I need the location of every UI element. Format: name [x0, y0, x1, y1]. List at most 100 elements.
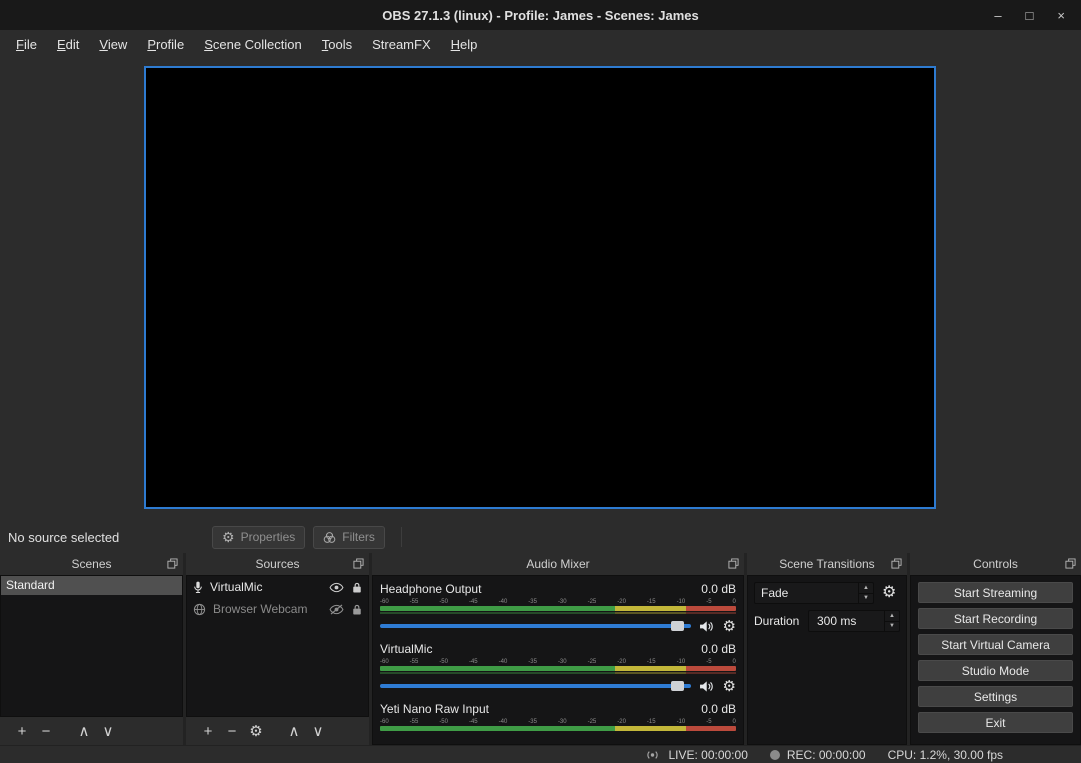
properties-button[interactable]: ⚙ Properties — [212, 526, 305, 549]
menu-help[interactable]: Help — [441, 32, 488, 57]
source-down-icon[interactable]: ∨ — [306, 724, 330, 739]
obs-window: OBS 27.1.3 (linux) - Profile: James - Sc… — [0, 0, 1081, 763]
volume-meter — [380, 726, 736, 731]
source-up-icon[interactable]: ∧ — [282, 724, 306, 739]
live-time-label: LIVE: 00:00:00 — [668, 748, 747, 762]
mixer-channel-headphone-output: Headphone Output 0.0 dB -60-55-50-45-40-… — [373, 576, 743, 636]
sources-dock-title: Sources — [186, 557, 369, 571]
duration-spinbox[interactable]: 300 ms ▲ ▼ — [808, 610, 900, 632]
studio-mode-button[interactable]: Studio Mode — [918, 660, 1073, 681]
menu-profile[interactable]: Profile — [137, 32, 194, 57]
source-status-label: No source selected — [8, 530, 204, 545]
menu-edit[interactable]: Edit — [47, 32, 89, 57]
menu-bar: File Edit View Profile Scene Collection … — [0, 30, 1081, 58]
mixer-channel-yeti-nano: Yeti Nano Raw Input 0.0 dB -60-55-50-45-… — [373, 696, 743, 731]
menu-scene-collection[interactable]: Scene Collection — [194, 32, 312, 57]
start-virtual-camera-button[interactable]: Start Virtual Camera — [918, 634, 1073, 655]
live-status: LIVE: 00:00:00 — [644, 748, 747, 762]
start-streaming-button[interactable]: Start Streaming — [918, 582, 1073, 603]
spin-down-icon[interactable]: ▼ — [859, 594, 873, 604]
lock-icon[interactable] — [352, 603, 362, 616]
transitions-title: Scene Transitions — [747, 557, 907, 571]
lock-icon[interactable] — [352, 581, 362, 594]
remove-source-icon[interactable]: − — [220, 724, 244, 739]
audio-mixer-body: Headphone Output 0.0 dB -60-55-50-45-40-… — [372, 575, 744, 745]
volume-slider[interactable] — [380, 678, 691, 694]
sources-toolbar: + − ⚙ ∧ ∨ — [186, 717, 369, 745]
channel-level: 0.0 dB — [701, 582, 736, 598]
menu-streamfx[interactable]: StreamFX — [362, 32, 441, 57]
rec-time-label: REC: 00:00:00 — [787, 748, 866, 762]
volume-meter — [380, 666, 736, 671]
minimize-icon[interactable]: – — [994, 8, 1001, 23]
exit-button[interactable]: Exit — [918, 712, 1073, 733]
source-name: VirtualMic — [210, 580, 322, 594]
scene-item-standard[interactable]: Standard — [1, 576, 182, 595]
source-name: Browser Webcam — [213, 602, 322, 616]
audio-mixer-header[interactable]: Audio Mixer — [372, 553, 744, 575]
source-properties-gear-icon[interactable]: ⚙ — [244, 724, 268, 739]
add-source-icon[interactable]: + — [196, 724, 220, 739]
preview-canvas[interactable] — [144, 66, 936, 509]
channel-gear-icon[interactable]: ⚙ — [723, 679, 736, 694]
speaker-icon[interactable] — [699, 620, 715, 633]
maximize-icon[interactable]: □ — [1026, 8, 1034, 23]
menu-view[interactable]: View — [89, 32, 137, 57]
transition-gear-icon[interactable]: ⚙ — [882, 585, 896, 601]
menu-file[interactable]: File — [6, 32, 47, 57]
preview-area — [0, 58, 1081, 521]
remove-scene-icon[interactable]: − — [34, 724, 58, 739]
volume-slider-handle[interactable] — [671, 681, 684, 691]
combo-arrows[interactable]: ▲ ▼ — [858, 583, 873, 603]
controls-body: Start Streaming Start Recording Start Vi… — [910, 575, 1081, 745]
record-dot-icon — [770, 750, 780, 760]
audio-mixer-title: Audio Mixer — [372, 557, 744, 571]
source-item-browser-webcam[interactable]: Browser Webcam — [187, 598, 368, 620]
menu-tools[interactable]: Tools — [312, 32, 362, 57]
eye-slash-icon[interactable] — [329, 604, 344, 615]
start-recording-button[interactable]: Start Recording — [918, 608, 1073, 629]
eye-icon[interactable] — [329, 582, 344, 593]
sources-list: VirtualMic — [186, 575, 369, 717]
transition-selected-value: Fade — [755, 586, 858, 600]
close-icon[interactable]: × — [1057, 8, 1065, 23]
spin-up-icon[interactable]: ▲ — [859, 583, 873, 594]
transitions-body: Fade ▲ ▼ ⚙ Duration 300 ms ▲ ▼ — [747, 575, 907, 745]
spin-up-icon[interactable]: ▲ — [885, 611, 899, 622]
popout-icon[interactable] — [353, 558, 364, 569]
volume-slider-handle[interactable] — [671, 621, 684, 631]
channel-name: Yeti Nano Raw Input — [380, 702, 489, 718]
docks-row: Scenes Standard + − ∧ ∨ Sources — [0, 553, 1081, 745]
meter-scale: -60-55-50-45-40-35-30-25-20-15-10-50 — [380, 658, 736, 666]
audio-mixer-dock: Audio Mixer Headphone Output 0.0 dB -60-… — [372, 553, 744, 745]
scene-up-icon[interactable]: ∧ — [72, 724, 96, 739]
controls-header[interactable]: Controls — [910, 553, 1081, 575]
channel-name: Headphone Output — [380, 582, 481, 598]
scenes-dock-header[interactable]: Scenes — [0, 553, 183, 575]
scenes-toolbar: + − ∧ ∨ — [0, 717, 183, 745]
popout-icon[interactable] — [1065, 558, 1076, 569]
speaker-icon[interactable] — [699, 680, 715, 693]
meter-scale: -60-55-50-45-40-35-30-25-20-15-10-50 — [380, 598, 736, 606]
broadcast-icon — [644, 749, 661, 761]
source-item-virtualmic[interactable]: VirtualMic — [187, 576, 368, 598]
channel-level: 0.0 dB — [701, 702, 736, 718]
filter-icon — [323, 531, 336, 544]
scenes-dock-title: Scenes — [0, 557, 183, 571]
transition-select[interactable]: Fade ▲ ▼ — [754, 582, 874, 604]
channel-gear-icon[interactable]: ⚙ — [723, 619, 736, 634]
sources-dock-header[interactable]: Sources — [186, 553, 369, 575]
spin-down-icon[interactable]: ▼ — [885, 622, 899, 632]
add-scene-icon[interactable]: + — [10, 724, 34, 739]
scene-down-icon[interactable]: ∨ — [96, 724, 120, 739]
filters-button[interactable]: Filters — [313, 526, 385, 549]
controls-dock: Controls Start Streaming Start Recording… — [910, 553, 1081, 745]
transitions-header[interactable]: Scene Transitions — [747, 553, 907, 575]
popout-icon[interactable] — [167, 558, 178, 569]
volume-slider[interactable] — [380, 618, 691, 634]
popout-icon[interactable] — [728, 558, 739, 569]
globe-icon — [193, 603, 206, 616]
settings-button[interactable]: Settings — [918, 686, 1073, 707]
popout-icon[interactable] — [891, 558, 902, 569]
spinbox-arrows[interactable]: ▲ ▼ — [884, 611, 899, 631]
